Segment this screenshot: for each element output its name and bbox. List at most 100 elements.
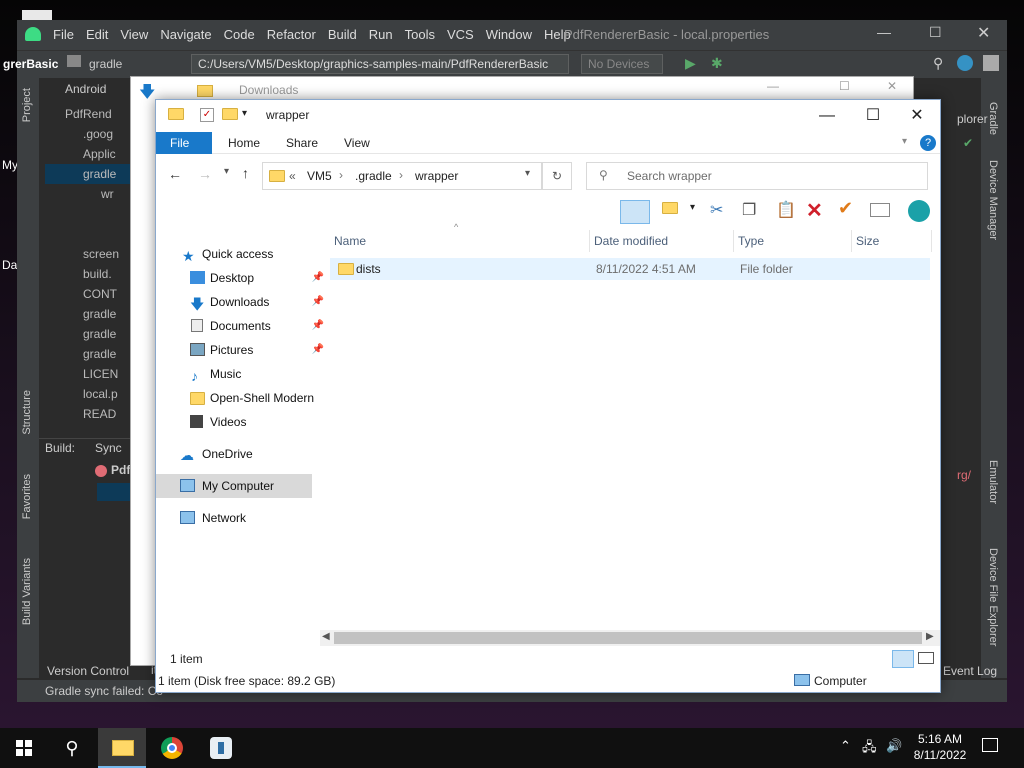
tab-gradle[interactable]: Gradle: [987, 102, 999, 135]
ide-minimize-button[interactable]: —: [877, 24, 891, 40]
file-explorer-taskbar-button[interactable]: [98, 728, 146, 768]
properties-check-icon[interactable]: ✔: [838, 198, 853, 219]
properties-icon[interactable]: ✓: [200, 108, 214, 122]
scroll-thumb[interactable]: [334, 632, 922, 644]
nav-documents[interactable]: Documents 📌: [178, 314, 328, 338]
build-row[interactable]: Pdf: [111, 463, 130, 477]
menu-edit[interactable]: Edit: [86, 27, 108, 42]
refresh-button[interactable]: ↻: [542, 162, 572, 190]
copy-icon[interactable]: ❐: [742, 200, 756, 220]
device-select[interactable]: No Devices: [581, 54, 663, 74]
table-row[interactable]: dists 8/11/2022 4:51 AM File folder: [330, 258, 930, 280]
menu-code[interactable]: Code: [224, 27, 255, 42]
forward-arrow-icon[interactable]: →: [198, 166, 212, 182]
breadcrumb-vm5[interactable]: VM5: [307, 169, 332, 183]
help-icon[interactable]: ?: [920, 135, 936, 151]
nav-pictures[interactable]: Pictures 📌: [178, 338, 328, 362]
start-button[interactable]: [0, 728, 48, 768]
tab-project[interactable]: Project: [21, 88, 33, 122]
menu-run[interactable]: Run: [369, 27, 393, 42]
scroll-right-icon[interactable]: ▶: [926, 631, 934, 642]
close-button[interactable]: ✕: [894, 100, 940, 132]
menu-window[interactable]: Window: [486, 27, 532, 42]
update-icon[interactable]: [957, 55, 973, 71]
notification-icon[interactable]: [982, 738, 998, 752]
close-icon[interactable]: ✕: [887, 79, 897, 93]
paste-icon[interactable]: 📋: [776, 200, 796, 220]
maximize-icon[interactable]: ☐: [839, 79, 850, 93]
project-view-select[interactable]: Android: [65, 82, 106, 96]
minimize-button[interactable]: —: [804, 100, 850, 132]
menu-refactor[interactable]: Refactor: [267, 27, 316, 42]
volume-icon[interactable]: 🔊: [886, 738, 902, 754]
nav-videos[interactable]: Videos: [178, 410, 328, 434]
ide-maximize-button[interactable]: ☐: [929, 24, 942, 41]
avatar[interactable]: [983, 55, 999, 71]
column-size[interactable]: Size: [852, 230, 932, 252]
chevron-up-icon[interactable]: ⌃: [840, 738, 851, 754]
tiles-view-button[interactable]: [918, 652, 934, 664]
recent-chevron-icon[interactable]: ▾: [224, 166, 229, 177]
nav-desktop[interactable]: Desktop 📌: [178, 266, 328, 290]
android-studio-taskbar-button[interactable]: [196, 728, 244, 768]
breadcrumb-wrapper[interactable]: wrapper: [415, 169, 458, 183]
quick-access-chevron-icon[interactable]: ▾: [242, 108, 247, 119]
address-dropdown-icon[interactable]: ▾: [525, 168, 530, 179]
chrome-taskbar-button[interactable]: [148, 728, 196, 768]
file-name[interactable]: dists: [356, 262, 381, 276]
column-type[interactable]: Type: [734, 230, 852, 252]
tab-device-file-explorer[interactable]: Device File Explorer: [987, 548, 999, 646]
menu-tools[interactable]: Tools: [405, 27, 435, 42]
nav-quick-access[interactable]: ★ Quick access: [178, 242, 328, 266]
tab-view[interactable]: View: [330, 132, 384, 154]
menu-build[interactable]: Build: [328, 27, 357, 42]
search-icon[interactable]: ⚲: [933, 55, 943, 72]
column-date-modified[interactable]: Date modified: [590, 230, 734, 252]
maximize-button[interactable]: ☐: [850, 100, 896, 132]
breadcrumb-gradle[interactable]: gradle: [89, 57, 122, 71]
tab-device-manager[interactable]: Device Manager: [987, 160, 999, 240]
tab-share[interactable]: Share: [272, 132, 332, 154]
search-icon[interactable]: ⚲: [48, 728, 96, 768]
breadcrumb-project[interactable]: grerBasic: [3, 57, 58, 71]
nav-network[interactable]: Network: [178, 506, 328, 530]
tab-home[interactable]: Home: [214, 132, 274, 154]
search-input[interactable]: ⚲ Search wrapper: [586, 162, 928, 190]
tab-version-control[interactable]: Version Control: [47, 660, 129, 682]
nav-music[interactable]: ♪ Music: [178, 362, 328, 386]
sync-tab[interactable]: Sync: [95, 441, 122, 455]
menu-vcs[interactable]: VCS: [447, 27, 474, 42]
menu-view[interactable]: View: [120, 27, 148, 42]
nav-downloads[interactable]: 🡇 Downloads 📌: [178, 290, 328, 314]
shell-icon[interactable]: [908, 200, 930, 222]
back-arrow-icon[interactable]: ←: [168, 166, 182, 182]
run-icon[interactable]: ▶: [685, 55, 696, 72]
cut-icon[interactable]: ✂: [710, 200, 723, 220]
breadcrumb-gradle[interactable]: .gradle: [355, 169, 392, 183]
new-folder-icon[interactable]: [662, 202, 678, 214]
ide-close-button[interactable]: ✕: [977, 23, 990, 43]
up-arrow-icon[interactable]: ↑: [242, 165, 249, 181]
clock-time[interactable]: 5:16 AM: [914, 732, 966, 746]
menu-navigate[interactable]: Navigate: [160, 27, 211, 42]
ribbon-expand-icon[interactable]: ▾: [902, 136, 907, 147]
menu-file[interactable]: File: [53, 27, 74, 42]
tab-favorites[interactable]: Favorites: [21, 474, 33, 519]
horizontal-scrollbar[interactable]: ◀ ▶: [320, 630, 940, 646]
nav-my-computer[interactable]: My Computer: [156, 474, 312, 498]
delete-icon[interactable]: ✕: [806, 198, 823, 223]
clock-date[interactable]: 8/11/2022: [910, 748, 970, 762]
tab-event-log[interactable]: Event Log: [943, 660, 997, 682]
run-config-select[interactable]: C:/Users/VM5/Desktop/graphics-samples-ma…: [191, 54, 569, 74]
tab-structure[interactable]: Structure: [21, 390, 33, 435]
tab-build-variants[interactable]: Build Variants: [21, 558, 33, 625]
scroll-left-icon[interactable]: ◀: [322, 631, 330, 642]
column-name[interactable]: Name: [330, 230, 590, 252]
address-bar[interactable]: « VM5 › .gradle › wrapper ▾: [262, 162, 542, 190]
rename-icon[interactable]: [870, 203, 890, 217]
preview-pane-button[interactable]: [620, 200, 650, 224]
address-overflow[interactable]: «: [289, 169, 296, 183]
tab-emulator[interactable]: Emulator: [987, 460, 999, 504]
network-icon[interactable]: 🖧: [862, 738, 877, 760]
tab-file[interactable]: File: [156, 132, 212, 154]
